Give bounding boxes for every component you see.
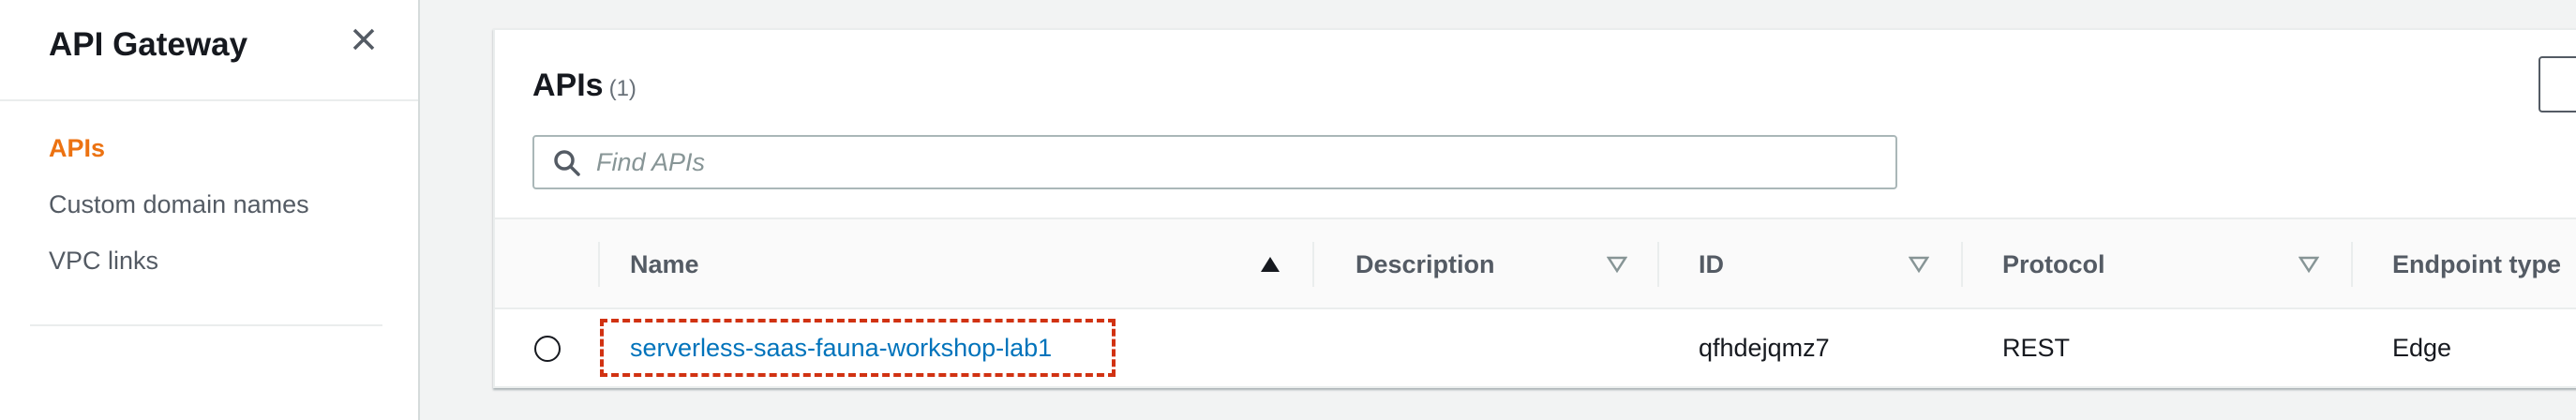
search-input[interactable] xyxy=(596,142,1880,182)
row-select-radio[interactable] xyxy=(534,336,561,362)
refresh-button[interactable] xyxy=(2539,56,2576,112)
column-separator xyxy=(1312,242,1314,287)
column-header-description[interactable]: Description xyxy=(1355,219,1495,309)
close-icon xyxy=(352,28,375,51)
sidebar-nav: APIs Custom domain names VPC links xyxy=(49,129,309,298)
column-header-protocol[interactable]: Protocol xyxy=(2002,219,2105,309)
close-sidebar-button[interactable] xyxy=(345,21,382,58)
page-title-text: APIs xyxy=(532,68,604,103)
search-box xyxy=(532,135,1897,189)
api-endpoint-type: Edge xyxy=(2392,334,2452,362)
sidebar-item-vpc-links[interactable]: VPC links xyxy=(49,242,309,298)
sidebar-item-custom-domain-names[interactable]: Custom domain names xyxy=(49,186,309,242)
column-separator xyxy=(2351,242,2353,287)
column-separator xyxy=(598,242,600,287)
table-row[interactable]: serverless-saas-fauna-workshop-lab1 qfhd… xyxy=(495,309,2576,386)
sort-ascending-icon[interactable] xyxy=(1260,255,1281,274)
column-header-name[interactable]: Name xyxy=(630,219,699,309)
column-header-endpoint-type[interactable]: Endpoint type xyxy=(2392,219,2561,309)
apis-panel: APIs(1) Name Description ID xyxy=(493,28,2576,388)
sidebar-divider xyxy=(30,324,382,326)
sidebar: API Gateway APIs Custom domain names VPC… xyxy=(0,0,420,420)
sidebar-item-apis[interactable]: APIs xyxy=(49,129,309,186)
api-protocol: REST xyxy=(2002,334,2071,362)
column-header-id[interactable]: ID xyxy=(1699,219,1724,309)
api-id: qfhdejqmz7 xyxy=(1699,334,1830,362)
app-root: API Gateway APIs Custom domain names VPC… xyxy=(0,0,2576,420)
sidebar-title: API Gateway xyxy=(49,26,248,63)
search-icon xyxy=(554,150,580,176)
api-name-text[interactable]: serverless-saas-fauna-workshop-lab1 xyxy=(630,334,1052,362)
page-title: APIs (1) xyxy=(532,68,637,104)
api-count: (1) xyxy=(608,76,637,101)
column-separator xyxy=(1961,242,1963,287)
sort-descending-outline-icon[interactable] xyxy=(1909,255,1929,274)
sidebar-header: API Gateway xyxy=(0,0,418,101)
column-separator xyxy=(1657,242,1659,287)
sort-descending-outline-icon[interactable] xyxy=(1607,255,1627,274)
table-header: Name Description ID Protocol Endpoint ty… xyxy=(495,218,2576,309)
sort-descending-outline-icon[interactable] xyxy=(2299,255,2319,274)
api-name-link[interactable]: serverless-saas-fauna-workshop-lab1 xyxy=(630,309,1052,386)
